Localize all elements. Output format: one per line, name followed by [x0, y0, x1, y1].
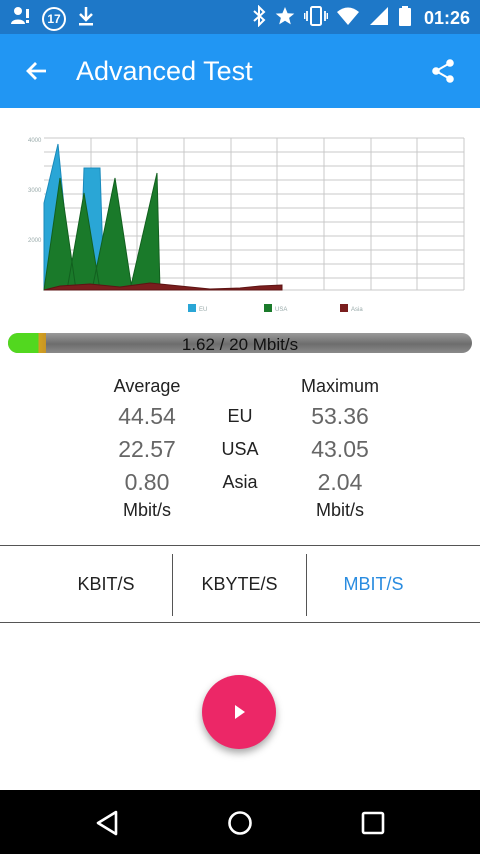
download-icon	[76, 5, 96, 32]
vibrate-icon	[303, 5, 329, 32]
star-icon	[274, 5, 296, 32]
average-header: Average	[113, 376, 181, 396]
status-time: 01:26	[423, 8, 470, 28]
legend-usa-label: USA	[275, 307, 287, 313]
tab-mbit[interactable]: MBIT/S	[307, 546, 440, 622]
page-title: Advanced Test	[76, 56, 253, 86]
speed-chart: 4000 3000 2000 EU USA Asia	[28, 137, 465, 313]
legend-eu-label: EU	[199, 307, 207, 313]
status-bar-right: 01:26	[252, 4, 470, 32]
legend-asia-label: Asia	[351, 307, 363, 313]
share-button[interactable]	[426, 54, 460, 88]
nav-home-button[interactable]	[223, 806, 257, 840]
legend-usa-swatch	[264, 304, 272, 312]
start-test-button[interactable]	[202, 675, 276, 749]
nav-back-button[interactable]	[90, 806, 124, 840]
legend-eu-swatch	[188, 304, 196, 312]
maximum-header: Maximum	[300, 376, 380, 396]
signal-icon	[368, 5, 390, 32]
bluetooth-icon	[252, 4, 266, 32]
unit-tabs: KBIT/S KBYTE/S MBIT/S	[0, 545, 480, 623]
speed-progress-bar: 1.62 / 20 Mbit/s	[8, 333, 472, 353]
navigation-bar	[0, 790, 480, 854]
share-icon	[432, 59, 454, 83]
status-bar: 17 01:26	[0, 0, 480, 34]
nav-recents-button[interactable]	[356, 806, 390, 840]
badge-17-icon: 17	[42, 6, 66, 31]
battery-icon	[398, 5, 412, 32]
y-tick-label: 3000	[28, 188, 42, 194]
asia-average-value: 0.80	[124, 469, 170, 495]
maximum-unit: Mbit/s	[315, 500, 365, 520]
stat-row-eu: 44.54 EU 53.36	[0, 403, 480, 437]
progress-text: 1.62 / 20 Mbit/s	[181, 335, 299, 353]
y-tick-label: 2000	[28, 238, 42, 244]
tab-kbyte[interactable]: KBYTE/S	[173, 546, 306, 622]
back-button[interactable]	[20, 54, 54, 88]
home-circle-icon	[228, 811, 252, 835]
back-triangle-icon	[96, 810, 118, 836]
wifi-icon	[336, 5, 360, 32]
arrow-left-icon	[26, 62, 46, 80]
usa-average-value: 22.57	[118, 436, 176, 462]
asia-region-label: Asia	[222, 472, 258, 492]
stat-row-asia: 0.80 Asia 2.04	[0, 469, 480, 503]
status-bar-left: 17	[10, 5, 96, 32]
recents-square-icon	[361, 811, 385, 835]
play-icon	[235, 705, 245, 719]
eu-maximum-value: 53.36	[311, 403, 369, 429]
eu-average-value: 44.54	[118, 403, 176, 429]
account-alert-icon	[10, 5, 32, 32]
tab-kbit[interactable]: KBIT/S	[40, 546, 172, 622]
average-unit: Mbit/s	[122, 500, 172, 520]
chart-legend: EU USA Asia	[188, 304, 363, 313]
eu-region-label: EU	[227, 406, 253, 426]
app-bar: Advanced Test	[0, 34, 480, 108]
usa-region-label: USA	[221, 439, 259, 459]
legend-asia-swatch	[340, 304, 348, 312]
y-tick-label: 4000	[28, 138, 42, 144]
asia-maximum-value: 2.04	[317, 469, 363, 495]
usa-maximum-value: 43.05	[311, 436, 369, 462]
stat-row-usa: 22.57 USA 43.05	[0, 436, 480, 470]
